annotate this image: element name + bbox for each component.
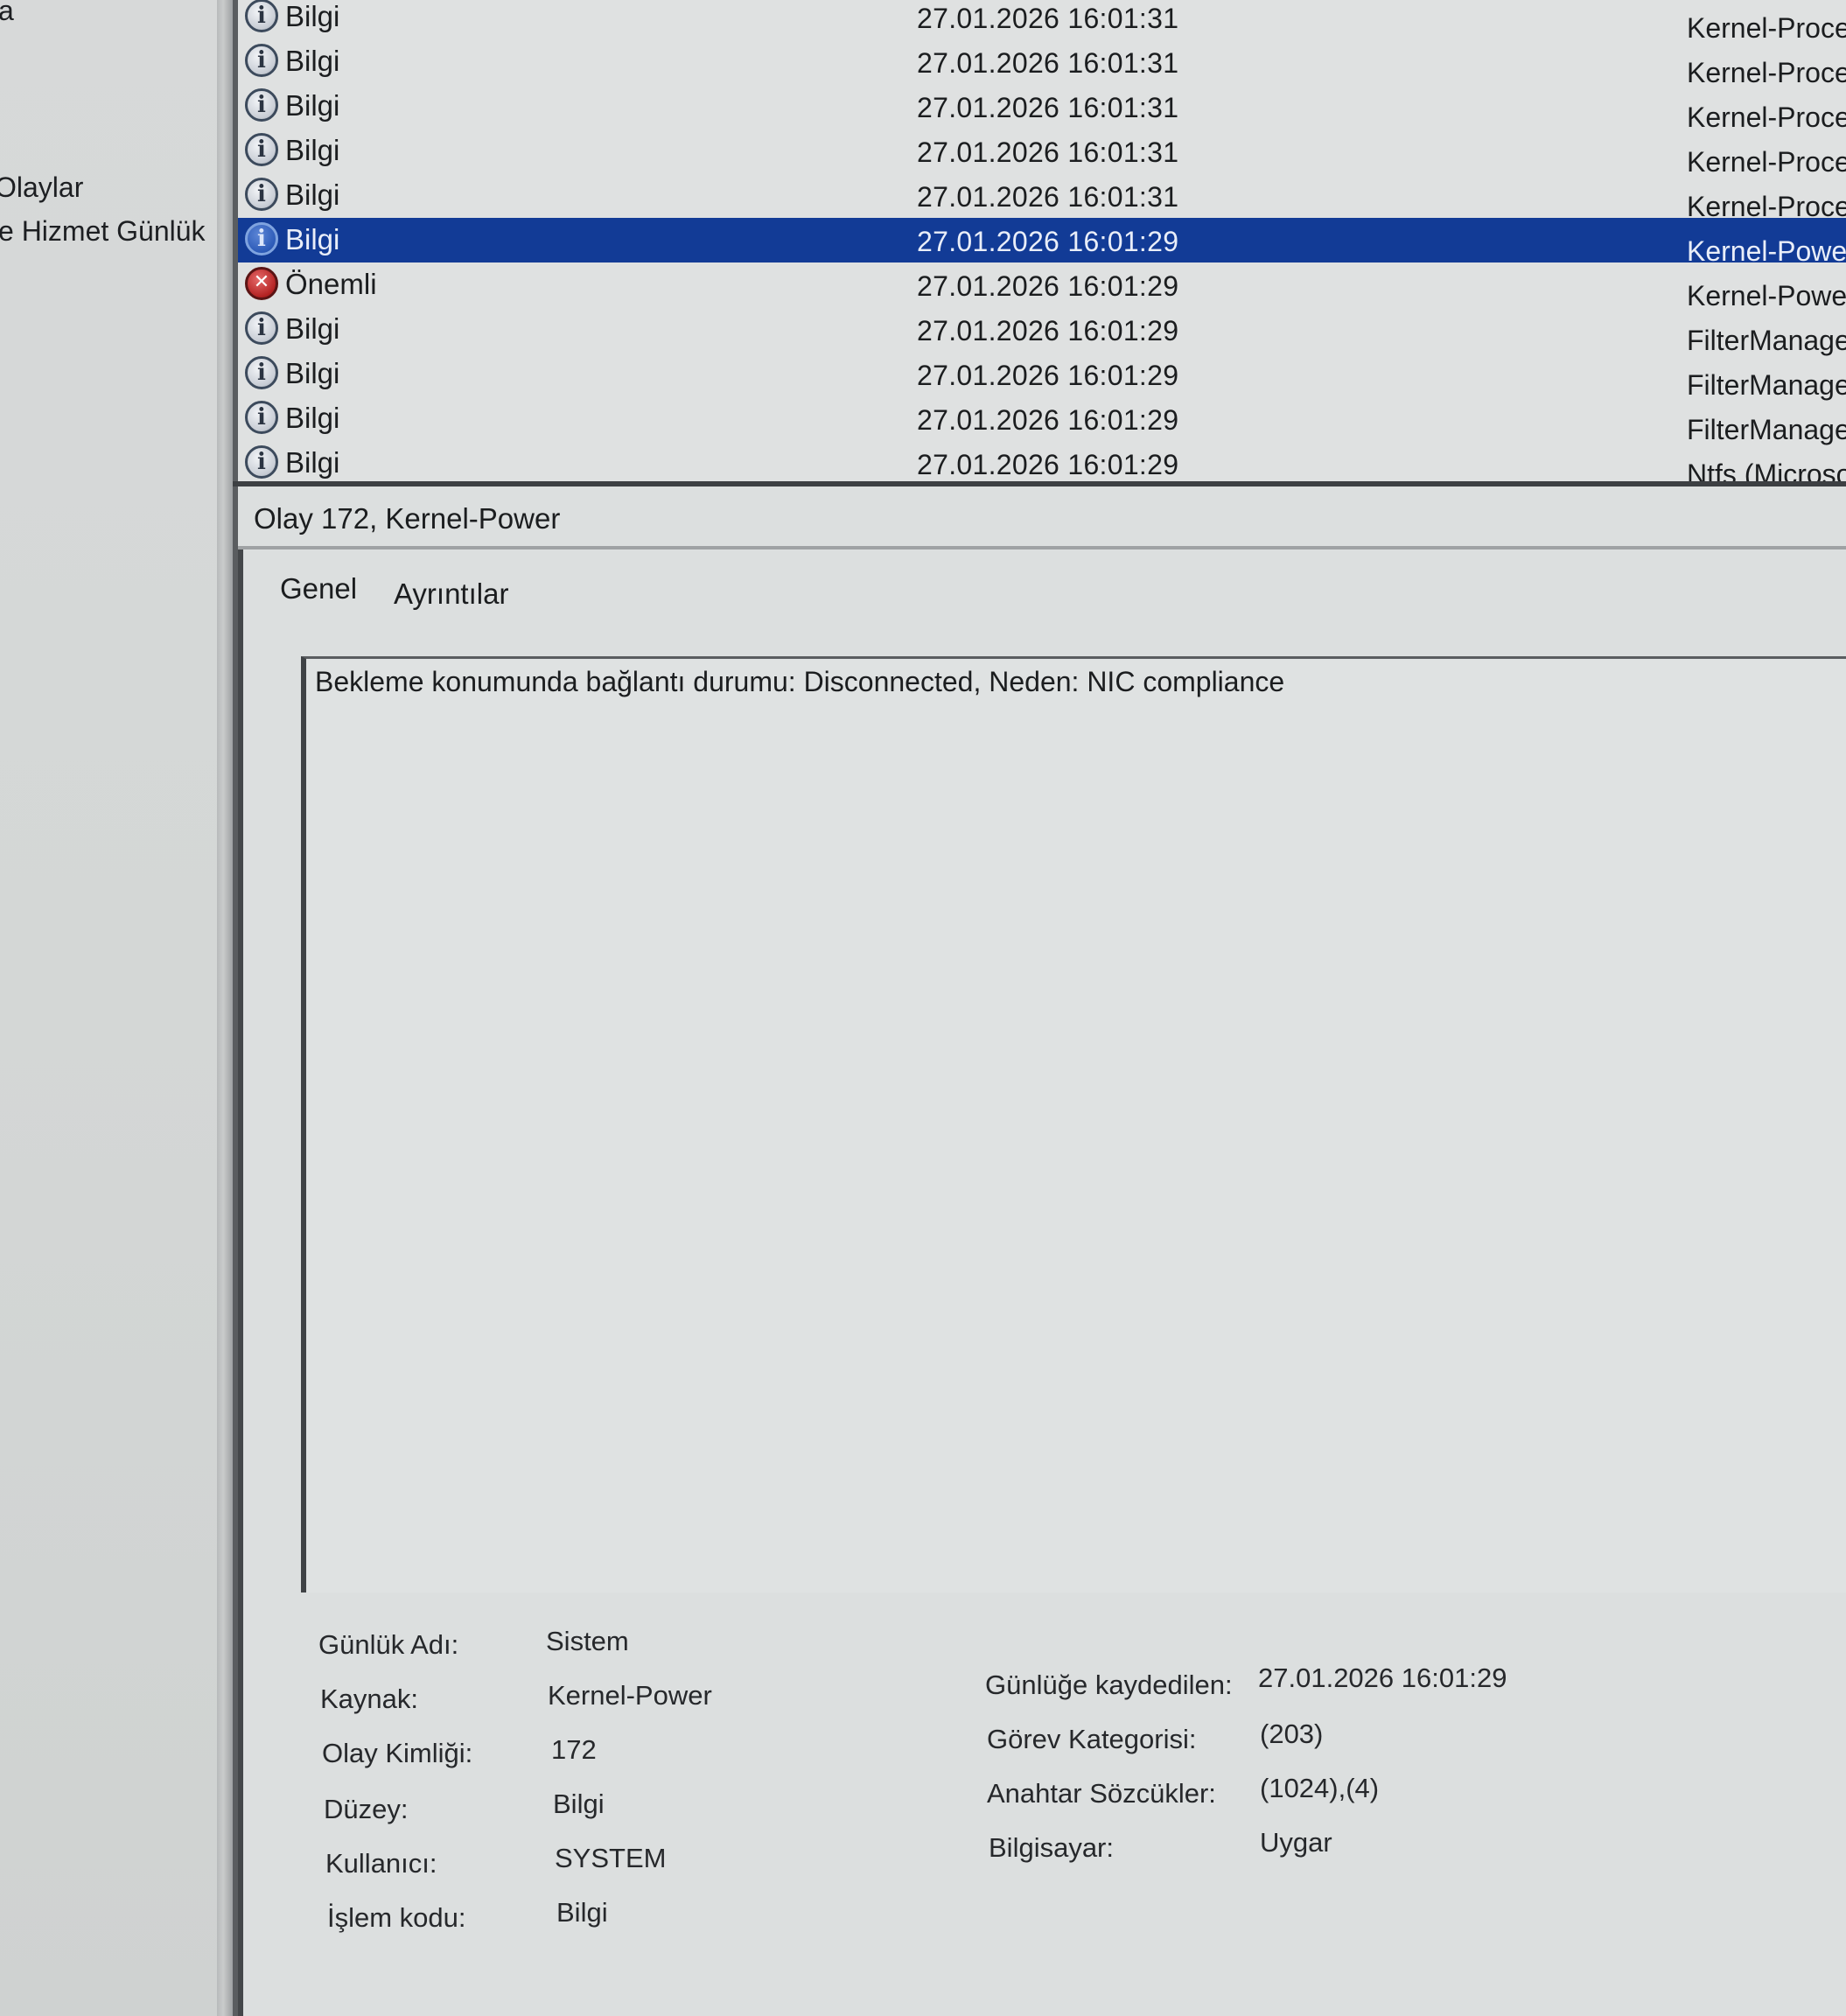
event-level: Bilgi	[285, 134, 340, 166]
prop-value-source: Kernel-Power	[548, 1680, 712, 1711]
event-date: 27.01.2026 16:01:31	[917, 136, 1179, 168]
event-date: 27.01.2026 16:01:31	[917, 92, 1179, 123]
prop-label-task-category: Görev Kategorisi:	[987, 1724, 1197, 1754]
event-level: Bilgi	[285, 178, 340, 211]
info-icon	[245, 0, 278, 32]
prop-value-keywords: (1024),(4)	[1260, 1773, 1380, 1803]
prop-label-opcode: İşlem kodu:	[327, 1902, 466, 1933]
prop-label-level: Düzey:	[324, 1794, 409, 1824]
event-row[interactable]: Bilgi 27.01.2026 16:01:29 FilterManage	[238, 307, 1846, 356]
event-source: Ntfs (Microso	[1687, 458, 1846, 483]
prop-value-event-id: 172	[551, 1734, 597, 1765]
event-row[interactable]: Bilgi 27.01.2026 16:01:29 FilterManage	[238, 352, 1846, 401]
event-description: Bekleme konumunda bağlantı durumu: Disco…	[315, 666, 1285, 697]
prop-value-level: Bilgi	[553, 1788, 605, 1819]
event-row[interactable]: Önemli 27.01.2026 16:01:29 Kernel-Power	[238, 262, 1846, 312]
info-icon	[245, 356, 278, 389]
info-icon	[245, 222, 278, 256]
event-description-box[interactable]: Bekleme konumunda bağlantı durumu: Disco…	[301, 656, 1846, 1592]
event-level: Bilgi	[285, 446, 340, 479]
title-divider	[238, 546, 1846, 550]
prop-label-source: Kaynak:	[320, 1684, 419, 1714]
prop-label-log-name: Günlük Adı:	[318, 1629, 459, 1660]
info-icon	[245, 88, 278, 122]
event-row[interactable]: Bilgi 27.01.2026 16:01:29 FilterManage	[238, 396, 1846, 445]
prop-value-computer: Uygar	[1260, 1827, 1332, 1858]
event-date: 27.01.2026 16:01:29	[917, 226, 1179, 257]
prop-label-event-id: Olay Kimliği:	[322, 1738, 473, 1768]
event-row-selected[interactable]: Bilgi 27.01.2026 16:01:29 Kernel-Power	[238, 218, 1846, 267]
event-row[interactable]: Bilgi 27.01.2026 16:01:31 Kernel-Proces	[238, 84, 1846, 133]
prop-label-keywords: Anahtar Sözcükler:	[987, 1778, 1216, 1809]
info-icon	[245, 178, 278, 211]
info-icon	[245, 401, 278, 434]
event-row[interactable]: Bilgi 27.01.2026 16:01:31 Kernel-Proces	[238, 129, 1846, 178]
event-level: Bilgi	[285, 223, 340, 256]
event-date: 27.01.2026 16:01:31	[917, 47, 1179, 79]
prop-value-opcode: Bilgi	[556, 1897, 608, 1928]
event-detail-pane: Olay 172, Kernel-Power Genel Ayrıntılar …	[238, 486, 1846, 2016]
info-icon	[245, 44, 278, 77]
tab-ayrintilar[interactable]: Ayrıntılar	[387, 572, 515, 616]
prop-value-log-name: Sistem	[546, 1626, 629, 1656]
event-level: Önemli	[285, 268, 377, 300]
event-date: 27.01.2026 16:01:29	[917, 315, 1179, 346]
event-date: 27.01.2026 16:01:31	[917, 181, 1179, 213]
event-level: Bilgi	[285, 402, 340, 434]
event-level: Bilgi	[285, 312, 340, 345]
event-row[interactable]: Bilgi 27.01.2026 16:01:31 Kernel-Proces	[238, 173, 1846, 222]
tree-item-hizmet-gunluk[interactable]: e Hizmet Günlük	[0, 215, 206, 248]
prop-label-logged: Günlüğe kaydedilen:	[985, 1670, 1233, 1700]
prop-label-computer: Bilgisayar:	[989, 1832, 1114, 1863]
info-icon	[245, 445, 278, 479]
info-icon	[245, 312, 278, 345]
event-level: Bilgi	[285, 357, 340, 389]
event-date: 27.01.2026 16:01:31	[917, 3, 1179, 34]
event-detail-title: Olay 172, Kernel-Power	[254, 502, 561, 535]
event-date: 27.01.2026 16:01:29	[917, 449, 1179, 480]
info-icon	[245, 133, 278, 166]
tree-item-olaylar[interactable]: Olaylar	[0, 172, 83, 204]
navigation-tree: a Olaylar e Hizmet Günlük	[0, 0, 217, 2016]
event-level: Bilgi	[285, 89, 340, 122]
event-list[interactable]: Bilgi 27.01.2026 16:01:31 Kernel-Proces …	[238, 0, 1846, 483]
event-level: Bilgi	[285, 45, 340, 77]
pane-splitter[interactable]	[217, 0, 233, 2016]
tab-genel[interactable]: Genel	[273, 567, 364, 611]
event-row[interactable]: Bilgi 27.01.2026 16:01:31 Kernel-Proces	[238, 0, 1846, 44]
event-date: 27.01.2026 16:01:29	[917, 404, 1179, 436]
event-level: Bilgi	[285, 0, 340, 32]
pane-border	[238, 550, 243, 2016]
prop-value-user: SYSTEM	[555, 1843, 667, 1873]
prop-value-logged: 27.01.2026 16:01:29	[1258, 1662, 1507, 1693]
prop-value-task-category: (203)	[1260, 1718, 1324, 1749]
event-row[interactable]: Bilgi 27.01.2026 16:01:29 Ntfs (Microso	[238, 441, 1846, 483]
error-icon	[245, 267, 278, 300]
event-date: 27.01.2026 16:01:29	[917, 270, 1179, 302]
event-row[interactable]: Bilgi 27.01.2026 16:01:31 Kernel-Proces	[238, 39, 1846, 88]
prop-label-user: Kullanıcı:	[325, 1848, 437, 1879]
tree-item[interactable]: a	[0, 0, 14, 27]
event-date: 27.01.2026 16:01:29	[917, 360, 1179, 391]
